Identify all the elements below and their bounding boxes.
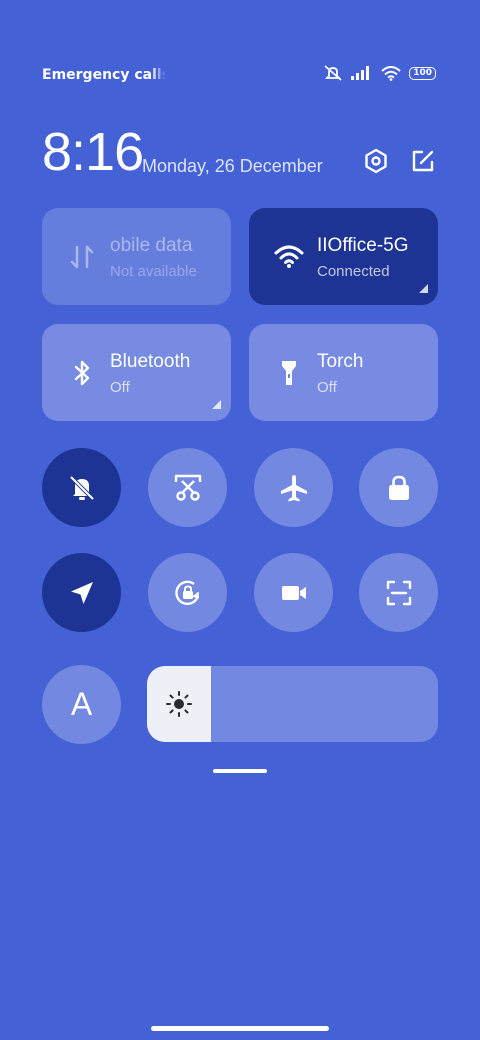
- bluetooth-title: Bluetooth: [110, 351, 191, 372]
- home-indicator[interactable]: [151, 1026, 329, 1031]
- rotation-lock-icon: [174, 580, 199, 605]
- torch-title: Torch: [317, 351, 364, 372]
- video-camera-icon: [281, 585, 306, 600]
- mobile-data-icon: [70, 245, 94, 269]
- scissors-icon: [174, 474, 201, 501]
- mobile-data-status: Not available: [110, 263, 197, 280]
- bluetooth-status: Off: [110, 379, 130, 396]
- location-arrow-icon: [70, 581, 93, 604]
- wifi-tile[interactable]: IIOffice-5G Connected: [249, 208, 438, 305]
- status-bar: Emergency calls o 100: [42, 64, 436, 88]
- torch-status: Off: [317, 379, 337, 396]
- wifi-status-icon: [381, 65, 401, 81]
- battery-icon: 100: [409, 66, 436, 80]
- clock: 8:16: [42, 122, 144, 182]
- screenshot-toggle[interactable]: [148, 448, 227, 527]
- wifi-network-name: IIOffice-5G: [317, 235, 409, 256]
- drag-handle[interactable]: [213, 769, 267, 773]
- rotation-lock-toggle[interactable]: [148, 553, 227, 632]
- lock-screen-toggle[interactable]: [359, 448, 438, 527]
- brightness-fill: [147, 666, 211, 742]
- bell-off-icon: [69, 475, 94, 500]
- wifi-icon: [274, 245, 304, 268]
- settings-icon[interactable]: [363, 148, 389, 174]
- sun-icon: [166, 691, 192, 717]
- edit-icon[interactable]: [410, 148, 436, 174]
- mobile-data-title: obile data: [110, 235, 193, 256]
- wifi-status: Connected: [317, 263, 390, 280]
- bluetooth-tile[interactable]: Bluetooth Off: [42, 324, 231, 421]
- expand-corner-icon[interactable]: [419, 284, 428, 293]
- carrier-status-text: Emergency calls o: [42, 67, 166, 83]
- airplane-mode-toggle[interactable]: [254, 448, 333, 527]
- lock-icon: [388, 475, 409, 500]
- clock-row: 8:16 Monday, 26 December: [42, 120, 438, 184]
- expand-corner-icon[interactable]: [212, 400, 221, 409]
- date: Monday, 26 December: [142, 156, 323, 176]
- screen-recorder-toggle[interactable]: [254, 553, 333, 632]
- mobile-data-tile[interactable]: obile data Not available: [42, 208, 231, 305]
- bluetooth-icon: [74, 360, 90, 386]
- silent-toggle[interactable]: [42, 448, 121, 527]
- signal-icon: [351, 66, 370, 80]
- location-toggle[interactable]: [42, 553, 121, 632]
- brightness-slider[interactable]: [147, 666, 438, 742]
- torch-icon: [282, 361, 296, 385]
- font-size-button[interactable]: A: [42, 665, 121, 744]
- airplane-icon: [280, 474, 307, 501]
- torch-tile[interactable]: Torch Off: [249, 324, 438, 421]
- silent-mode-icon: [324, 65, 342, 81]
- scan-icon: [386, 580, 411, 605]
- scanner-toggle[interactable]: [359, 553, 438, 632]
- status-icons: 100: [323, 64, 436, 82]
